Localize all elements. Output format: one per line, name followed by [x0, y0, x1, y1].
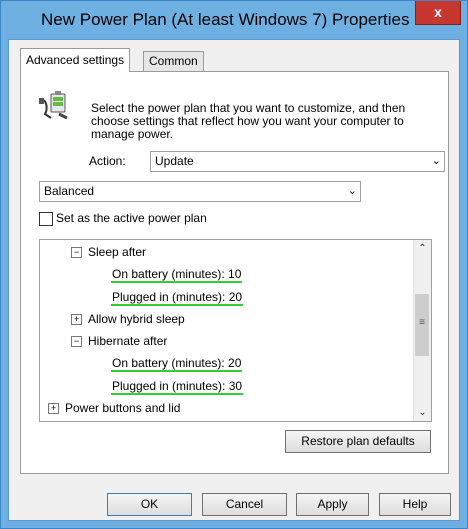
tree-item-label: Sleep after — [88, 245, 147, 259]
power-plan-select[interactable]: Balanced ⌄ — [39, 181, 361, 202]
plan-description: Select the power plan that you want to c… — [91, 101, 406, 141]
action-value: Update — [155, 154, 194, 168]
tree-item-power-buttons[interactable]: + Power buttons and lid — [48, 399, 180, 417]
chevron-down-icon: ⌄ — [431, 155, 441, 167]
tree-item-label: Power buttons and lid — [65, 401, 181, 415]
grip-icon: ≡ — [419, 317, 425, 328]
restore-defaults-button[interactable]: Restore plan defaults — [285, 430, 431, 453]
power-plug-battery-icon — [39, 91, 68, 120]
close-button[interactable]: x — [415, 1, 461, 25]
scroll-up-arrow-icon[interactable]: ⌃ — [414, 240, 431, 257]
setting-value[interactable]: Plugged in (minutes): 20 — [111, 290, 244, 306]
apply-button[interactable]: Apply — [296, 493, 369, 516]
active-plan-label: Set as the active power plan — [56, 211, 207, 225]
scrollbar-thumb[interactable]: ≡ — [415, 294, 429, 356]
settings-tree[interactable]: − Sleep after On battery (minutes): 10 Pl… — [39, 239, 432, 422]
expand-icon[interactable]: + — [48, 403, 59, 415]
cancel-button[interactable]: Cancel — [202, 493, 287, 516]
setting-value[interactable]: Plugged in (minutes): 30 — [111, 379, 244, 395]
chevron-down-icon: ⌄ — [347, 185, 357, 197]
advanced-settings-panel: Select the power plan that you want to c… — [20, 71, 449, 474]
setting-hibernate-on-battery[interactable]: On battery (minutes): 20 — [111, 354, 243, 372]
setting-hibernate-plugged-in[interactable]: Plugged in (minutes): 30 — [111, 377, 244, 395]
collapse-icon[interactable]: − — [71, 336, 82, 348]
properties-window: New Power Plan (At least Windows 7) Prop… — [0, 0, 468, 529]
setting-sleep-on-battery[interactable]: On battery (minutes): 10 — [111, 265, 243, 283]
title-bar[interactable]: New Power Plan (At least Windows 7) Prop… — [1, 1, 467, 39]
active-plan-checkbox[interactable] — [39, 211, 53, 226]
tree-scrollbar[interactable]: ⌃ ≡ ⌄ — [413, 240, 431, 421]
collapse-icon[interactable]: − — [71, 247, 82, 259]
dialog-body: Advanced settings Common Select the powe… — [8, 39, 460, 521]
tab-advanced-settings[interactable]: Advanced settings — [20, 48, 131, 72]
tree-item-label: Allow hybrid sleep — [88, 312, 185, 326]
tree-item-hibernate-after[interactable]: − Hibernate after — [71, 332, 167, 350]
tab-common[interactable]: Common — [143, 51, 204, 72]
expand-icon[interactable]: + — [71, 314, 82, 326]
setting-value[interactable]: On battery (minutes): 10 — [111, 267, 243, 283]
setting-value[interactable]: On battery (minutes): 20 — [111, 356, 243, 372]
ok-button[interactable]: OK — [107, 493, 192, 516]
window-title: New Power Plan (At least Windows 7) Prop… — [41, 10, 410, 29]
scroll-down-arrow-icon[interactable]: ⌄ — [414, 404, 431, 421]
setting-sleep-plugged-in[interactable]: Plugged in (minutes): 20 — [111, 288, 244, 306]
tree-item-label: Hibernate after — [88, 334, 168, 348]
help-button[interactable]: Help — [379, 493, 451, 516]
action-select[interactable]: Update ⌄ — [150, 151, 445, 172]
active-plan-option[interactable]: Set as the active power plan — [39, 211, 207, 226]
plan-value: Balanced — [44, 184, 95, 198]
tree-item-hybrid-sleep[interactable]: + Allow hybrid sleep — [71, 310, 185, 328]
action-label: Action: — [89, 154, 126, 168]
tree-item-sleep-after[interactable]: − Sleep after — [71, 243, 146, 261]
